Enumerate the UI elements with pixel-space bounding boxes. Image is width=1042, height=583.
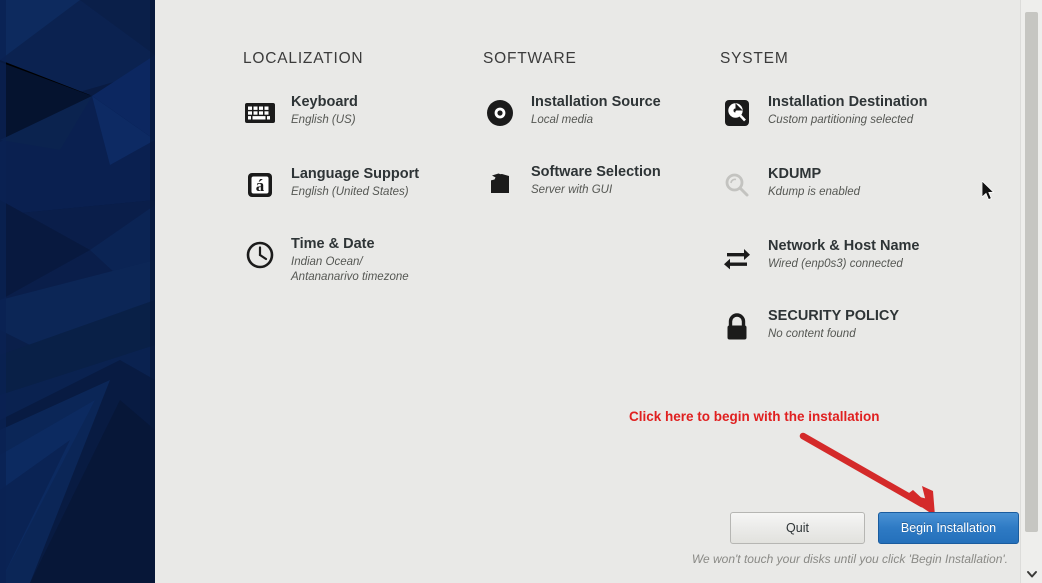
red-pointer-arrow: [799, 432, 936, 517]
column-system: SYSTEM Installation Destination Custom p…: [720, 50, 928, 378]
hub-item-title: Network & Host Name: [768, 238, 920, 254]
hub-item-software-selection[interactable]: Software Selection Server with GUI: [483, 164, 661, 210]
quit-button[interactable]: Quit: [730, 512, 865, 544]
hub-item-title: KDUMP: [768, 166, 822, 182]
hub-item-subtitle: Local media: [531, 114, 594, 126]
hub-item-subtitle: Custom partitioning selected: [768, 114, 914, 126]
hub-item-installation-source[interactable]: Installation Source Local media: [483, 94, 661, 140]
annotation-label: Click here to begin with the installatio…: [629, 409, 880, 424]
scrollbar-thumb[interactable]: [1025, 12, 1038, 532]
hub-item-subtitle: English (US): [291, 114, 356, 126]
hub-item-time-and-date[interactable]: Time & Date Indian Ocean/ Antananarivo t…: [243, 236, 419, 285]
summary-hub-content: LOCALIZATION Keyboard English (US) á Lan…: [155, 0, 1020, 583]
clock-icon: [243, 238, 277, 272]
hub-item-subtitle: Kdump is enabled: [768, 186, 861, 198]
hub-item-subtitle: Indian Ocean/ Antananarivo timezone: [291, 256, 409, 283]
hub-item-title: Installation Destination: [768, 94, 928, 110]
magnifier-icon: [720, 168, 754, 202]
hub-item-subtitle: No content found: [768, 328, 856, 340]
hub-item-title: Time & Date: [291, 236, 375, 252]
network-icon: [720, 240, 754, 274]
hub-item-title: Language Support: [291, 166, 420, 182]
language-support-icon: á: [243, 168, 277, 202]
hub-item-installation-destination[interactable]: Installation Destination Custom partitio…: [720, 94, 928, 140]
column-localization: LOCALIZATION Keyboard English (US) á Lan…: [243, 50, 419, 309]
installer-summary-window: LOCALIZATION Keyboard English (US) á Lan…: [0, 0, 1042, 583]
column-software: SOFTWARE Installation Source Local media: [483, 50, 661, 234]
vertical-scrollbar[interactable]: [1020, 0, 1042, 583]
hub-item-subtitle: Server with GUI: [531, 184, 613, 196]
hub-item-kdump[interactable]: KDUMP Kdump is enabled: [720, 166, 928, 212]
hub-item-network-and-host-name[interactable]: Network & Host Name Wired (enp0s3) conne…: [720, 238, 928, 284]
hub-item-subtitle: Wired (enp0s3) connected: [768, 258, 903, 270]
keyboard-icon: [243, 96, 277, 130]
package-icon: [483, 166, 517, 200]
column-heading-localization: LOCALIZATION: [243, 50, 364, 67]
sidebar-decorative-panel: [0, 0, 155, 583]
footer-bar: Quit Begin Installation We won't touch y…: [155, 512, 1020, 583]
hard-drive-icon: [720, 96, 754, 130]
sidebar-polygon-graphic: [0, 0, 155, 583]
hub-item-security-policy[interactable]: SECURITY POLICY No content found: [720, 308, 928, 354]
svg-text:á: á: [256, 176, 265, 195]
hub-item-language-support[interactable]: á Language Support English (United State…: [243, 166, 419, 212]
hub-item-keyboard[interactable]: Keyboard English (US): [243, 94, 419, 140]
lock-icon: [720, 310, 754, 344]
hub-item-title: Software Selection: [531, 164, 661, 180]
column-heading-system: SYSTEM: [720, 50, 789, 67]
hub-item-title: Installation Source: [531, 94, 661, 110]
hub-item-subtitle: English (United States): [291, 186, 409, 198]
column-heading-software: SOFTWARE: [483, 50, 577, 67]
hub-item-title: Keyboard: [291, 94, 358, 110]
begin-installation-button[interactable]: Begin Installation: [878, 512, 1019, 544]
chevron-down-icon[interactable]: [1025, 567, 1039, 581]
disc-icon: [483, 96, 517, 130]
footer-note-text: We won't touch your disks until you clic…: [691, 552, 1008, 566]
hub-item-title: SECURITY POLICY: [768, 308, 900, 324]
